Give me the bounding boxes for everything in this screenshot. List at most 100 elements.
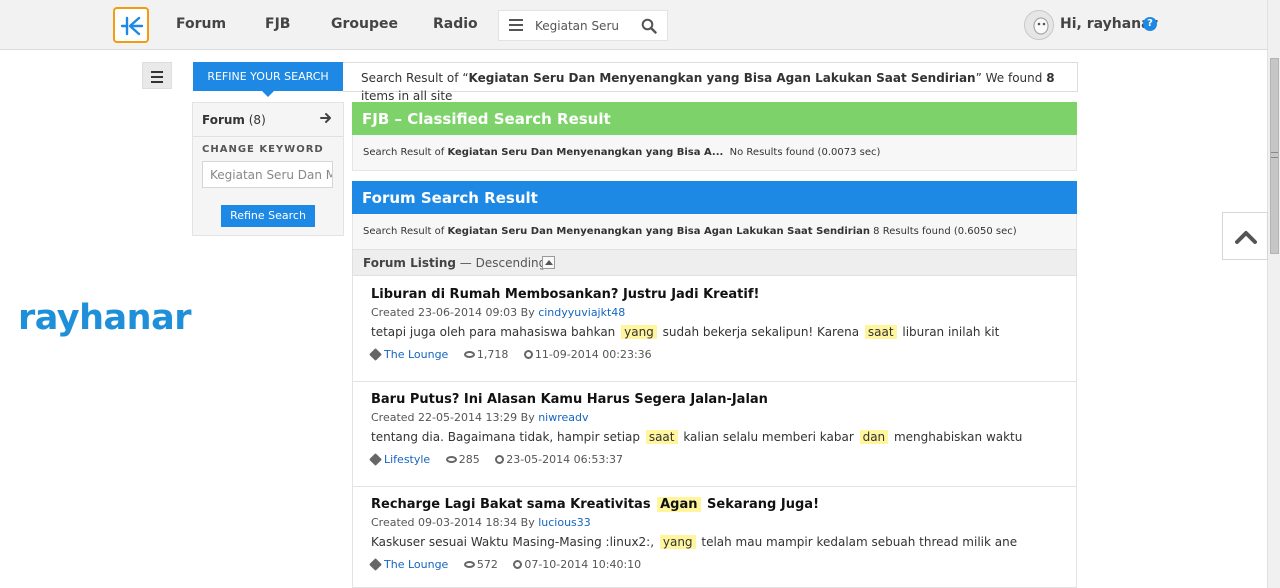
avatar-icon (1033, 17, 1049, 35)
eye-icon (463, 561, 475, 568)
result-last-post: 07-10-2014 10:40:10 (524, 558, 642, 571)
result-item: Liburan di Rumah Membosankan? Justru Jad… (353, 276, 1076, 382)
tab-caret-icon (262, 91, 274, 97)
result-footer: Lifestyle 285 23-05-2014 06:53:37 (369, 453, 624, 466)
forum-section-title: Forum Search Result (352, 181, 1077, 214)
listing-order: — Descending (455, 256, 547, 270)
change-keyword-label: CHANGE KEYWORD (202, 144, 324, 155)
refine-search-button[interactable]: Refine Search (221, 205, 315, 227)
forum-result-prefix: Search Result of (363, 226, 448, 237)
top-navbar: Forum FJB Groupee Radio Hi, rayhanar ? (0, 0, 1267, 50)
result-title-text: Baru Putus? Ini Alasan Kamu Harus Segera… (371, 392, 768, 407)
result-views: 285 (458, 453, 480, 466)
tag-icon (369, 453, 382, 466)
search-input[interactable] (535, 17, 623, 35)
forum-result-status: 8 Results found (0.6050 sec) (870, 226, 1017, 237)
result-footer: The Lounge 572 07-10-2014 10:40:10 (369, 558, 642, 571)
summary-prefix: Search Result of “ (361, 71, 469, 85)
kaskus-logo[interactable] (113, 7, 149, 43)
results-list: Liburan di Rumah Membosankan? Justru Jad… (352, 276, 1077, 588)
refine-forum-count: (8) (248, 113, 266, 127)
snippet-highlight: yang (621, 325, 657, 339)
result-category-link[interactable]: Lifestyle (384, 453, 430, 466)
snippet-text: tentang dia. Bagaimana tidak, hampir set… (371, 430, 644, 444)
keyword-input[interactable] (202, 161, 333, 188)
result-meta: Created 09-03-2014 18:34 By lucious33 (371, 516, 591, 529)
refine-tab-label: REFINE YOUR SEARCH (207, 70, 329, 83)
snippet-text: kalian selalu memberi kabar (679, 430, 858, 444)
eye-icon (463, 351, 475, 358)
result-author-link[interactable]: niwreadv (538, 411, 588, 424)
caret-up-icon (545, 260, 553, 265)
back-to-top-button[interactable] (1222, 212, 1268, 260)
snippet-text: menghabiskan waktu (890, 430, 1023, 444)
avatar[interactable] (1024, 10, 1054, 40)
fjb-section-title: FJB – Classified Search Result (352, 102, 1077, 135)
tag-icon (369, 558, 382, 571)
result-title[interactable]: Baru Putus? Ini Alasan Kamu Harus Segera… (371, 392, 768, 407)
summary-middle: ” We found (975, 71, 1047, 85)
search-icon[interactable] (641, 18, 657, 34)
result-item: Recharge Lagi Bakat sama Kreativitas Aga… (353, 486, 1076, 587)
result-category-link[interactable]: The Lounge (384, 348, 448, 361)
eye-icon (445, 456, 457, 463)
result-last-post: 11-09-2014 00:23:36 (534, 348, 652, 361)
watermark-username: rayhanar (18, 298, 191, 338)
snippet-text: sudah bekerja sekalipun! Karena (658, 325, 863, 339)
result-item: Baru Putus? Ini Alasan Kamu Harus Segera… (353, 381, 1076, 487)
snippet-highlight: dan (859, 430, 889, 444)
refine-forum-label: Forum (202, 113, 245, 127)
result-views: 572 (476, 558, 498, 571)
kaskus-logo-icon (120, 16, 144, 36)
help-icon[interactable]: ? (1143, 17, 1157, 31)
result-category-link[interactable]: The Lounge (384, 558, 448, 571)
result-author-link[interactable]: lucious33 (538, 516, 591, 529)
result-title-text: Liburan di Rumah Membosankan? Justru Jad… (371, 287, 760, 302)
forum-result-query: Kegiatan Seru Dan Menyenangkan yang Bisa… (447, 226, 870, 237)
snippet-text: Kaskuser sesuai Waktu Masing-Masing :lin… (371, 535, 658, 549)
chevron-up-icon (1235, 231, 1257, 244)
title-highlight: Agan (657, 497, 701, 512)
result-author-link[interactable]: cindyyuviajkt48 (538, 306, 625, 319)
result-title[interactable]: Liburan di Rumah Membosankan? Justru Jad… (371, 287, 759, 302)
arrow-right-icon[interactable] (320, 112, 332, 124)
tag-icon (369, 348, 382, 361)
clock-icon (495, 455, 505, 464)
result-created: Created 23-06-2014 09:03 By (371, 306, 539, 319)
refine-search-tab[interactable]: REFINE YOUR SEARCH (193, 62, 343, 97)
nav-fjb[interactable]: FJB (265, 16, 290, 32)
hamburger-icon (151, 71, 163, 86)
summary-suffix: items in all site (361, 89, 453, 103)
fjb-result-prefix: Search Result of (363, 147, 448, 158)
snippet-highlight: yang (659, 535, 696, 549)
refine-forum-filter[interactable]: Forum (8) (202, 113, 266, 127)
result-last-post: 23-05-2014 06:53:37 (506, 453, 624, 466)
result-created: Created 09-03-2014 18:34 By (371, 516, 539, 529)
summary-count: 8 (1046, 71, 1055, 85)
summary-query: Kegiatan Seru Dan Menyenangkan yang Bisa… (468, 71, 976, 85)
result-title-text: Recharge Lagi Bakat sama Kreativitas (371, 497, 656, 512)
sidebar-toggle-button[interactable] (142, 62, 172, 89)
forum-listing-bar: Forum Listing — Descending (352, 249, 1077, 276)
window-scrollbar[interactable] (1267, 0, 1280, 588)
snippet-text: liburan inilah kit (898, 325, 1000, 339)
listing-label: Forum Listing (363, 256, 456, 270)
nav-forum[interactable]: Forum (176, 16, 226, 32)
clock-icon (513, 560, 523, 569)
search-summary: Search Result of “Kegiatan Seru Dan Meny… (343, 62, 1078, 103)
snippet-highlight: saat (645, 430, 678, 444)
result-title[interactable]: Recharge Lagi Bakat sama Kreativitas Aga… (371, 497, 819, 512)
search-menu-icon[interactable] (509, 19, 523, 34)
result-created: Created 22-05-2014 13:29 By (371, 411, 539, 424)
result-meta: Created 23-06-2014 09:03 By cindyyuviajk… (371, 306, 625, 319)
fjb-result-status: No Results found (0.0073 sec) (723, 147, 881, 158)
nav-groupee[interactable]: Groupee (331, 16, 398, 32)
search-box (498, 10, 668, 41)
divider (193, 136, 343, 137)
result-footer: The Lounge 1,718 11-09-2014 00:23:36 (369, 348, 652, 361)
clock-icon (523, 350, 533, 359)
result-snippet: tentang dia. Bagaimana tidak, hampir set… (371, 430, 1022, 444)
result-meta: Created 22-05-2014 13:29 By niwreadv (371, 411, 589, 424)
sort-toggle-button[interactable] (542, 256, 555, 269)
nav-radio[interactable]: Radio (433, 16, 478, 32)
